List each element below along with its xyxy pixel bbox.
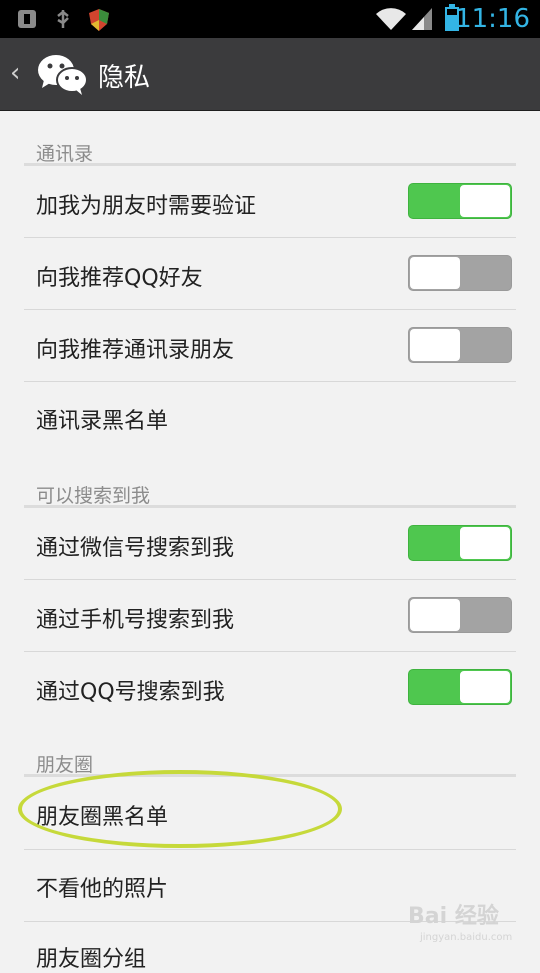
title-bar: ‹ 隐私 bbox=[0, 38, 540, 111]
setting-label: 通讯录黑名单 bbox=[36, 409, 169, 434]
setting-label: 不看他的照片 bbox=[36, 877, 169, 902]
section-title-search: 可以搜索到我 bbox=[36, 485, 151, 507]
section-title-moments: 朋友圈 bbox=[36, 754, 94, 776]
watermark-url: jingyan.baidu.com bbox=[420, 932, 513, 943]
highlight-ellipse bbox=[18, 770, 342, 848]
row-divider bbox=[24, 237, 516, 238]
row-divider bbox=[24, 579, 516, 580]
setting-label: 向我推荐QQ好友 bbox=[36, 266, 203, 291]
row-divider bbox=[24, 381, 516, 382]
toggle-knob bbox=[460, 185, 510, 217]
wechat-logo-icon bbox=[38, 55, 88, 95]
status-bar: 11:16 bbox=[0, 0, 540, 38]
signal-icon bbox=[412, 8, 432, 30]
section-title-contacts: 通讯录 bbox=[36, 143, 94, 165]
toggle-knob bbox=[410, 257, 460, 289]
shield-icon bbox=[89, 9, 109, 31]
toggle-knob bbox=[460, 527, 510, 559]
toggle-switch[interactable] bbox=[408, 597, 512, 633]
setting-label: 加我为朋友时需要验证 bbox=[36, 194, 257, 219]
clock: 11:16 bbox=[455, 4, 530, 34]
row-divider bbox=[24, 849, 516, 850]
tray-icon bbox=[18, 10, 36, 28]
setting-label: 通过微信号搜索到我 bbox=[36, 536, 235, 561]
toggle-knob bbox=[410, 599, 460, 631]
toggle-switch[interactable] bbox=[408, 669, 512, 705]
chevron-left-icon[interactable]: ‹ bbox=[10, 60, 20, 86]
setting-label: 朋友圈分组 bbox=[36, 947, 147, 972]
toggle-knob bbox=[460, 671, 510, 703]
section-divider bbox=[24, 505, 516, 508]
toggle-switch[interactable] bbox=[408, 255, 512, 291]
toggle-switch[interactable] bbox=[408, 183, 512, 219]
usb-icon bbox=[57, 10, 69, 28]
setting-label: 向我推荐通讯录朋友 bbox=[36, 338, 235, 363]
page-title: 隐私 bbox=[98, 63, 151, 93]
watermark: Bai 经验 bbox=[408, 904, 499, 929]
toggle-switch[interactable] bbox=[408, 327, 512, 363]
row-divider bbox=[24, 651, 516, 652]
toggle-switch[interactable] bbox=[408, 525, 512, 561]
toggle-knob bbox=[410, 329, 460, 361]
wifi-icon bbox=[376, 8, 406, 30]
setting-label: 通过QQ号搜索到我 bbox=[36, 680, 225, 705]
row-divider bbox=[24, 309, 516, 310]
section-divider bbox=[24, 163, 516, 166]
setting-label: 通过手机号搜索到我 bbox=[36, 608, 235, 633]
